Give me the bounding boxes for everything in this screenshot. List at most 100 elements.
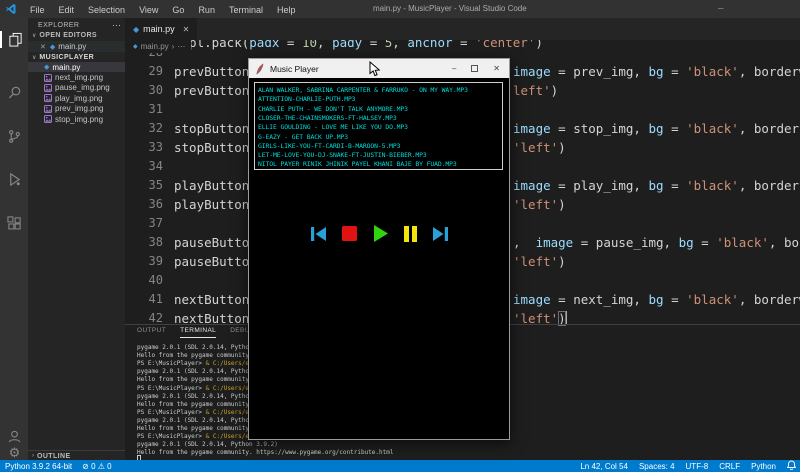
menu-view[interactable]: View xyxy=(132,5,165,15)
minimize-window-button[interactable]: – xyxy=(718,3,724,14)
search-icon[interactable] xyxy=(6,84,23,101)
playlist-item[interactable]: CLOSER-THE-CHAINSMOKERS-FT-HALSEY.MP3 xyxy=(258,114,397,122)
playlist-listbox[interactable]: ALAN WALKER, SABRINA CARPENTER & FARRUKO… xyxy=(254,82,503,170)
image-file-icon xyxy=(44,94,52,102)
interpreter-status[interactable]: Python 3.9.2 64-bit xyxy=(5,462,72,471)
breadcrumb[interactable]: ◆ main.py › ⋯ xyxy=(125,40,191,53)
python-file-icon: ◆ xyxy=(44,63,49,71)
extensions-icon[interactable] xyxy=(6,215,23,232)
mouse-cursor xyxy=(369,61,380,82)
line-number: 37 xyxy=(125,214,163,233)
file-item-play_img.png[interactable]: play_img.png xyxy=(28,93,125,103)
panel-tab-output[interactable]: OUTPUT xyxy=(137,327,166,338)
transport-controls xyxy=(249,225,509,242)
chevron-down-icon: ∨ xyxy=(32,54,36,61)
file-label: play_img.png xyxy=(55,94,103,103)
menu-bar: FileEditSelectionViewGoRunTerminalHelp xyxy=(23,0,302,19)
file-label: main.py xyxy=(52,63,80,72)
music-player-window[interactable]: Music Player – ✕ ALAN WALKER, SABRINA CA… xyxy=(248,58,510,440)
mp-minimize-button[interactable]: – xyxy=(452,65,456,73)
source-control-icon[interactable] xyxy=(6,128,23,145)
menu-selection[interactable]: Selection xyxy=(81,5,132,15)
manage-gear-icon[interactable]: ⚙ xyxy=(6,444,23,461)
tk-feather-icon xyxy=(255,63,265,75)
file-item-stop_img.png[interactable]: stop_img.png xyxy=(28,114,125,124)
open-editors-section[interactable]: ∨ OPEN EDITORS xyxy=(28,30,125,41)
chevron-right-icon: › xyxy=(32,453,34,459)
run-and-debug-icon[interactable] xyxy=(6,171,23,188)
title-bar: FileEditSelectionViewGoRunTerminalHelp m… xyxy=(0,0,800,18)
menu-help[interactable]: Help xyxy=(270,5,303,15)
line-number: 32 xyxy=(125,119,163,138)
pause-button[interactable] xyxy=(404,226,417,242)
encoding-status[interactable]: UTF-8 xyxy=(686,462,709,471)
line-number: 34 xyxy=(125,157,163,176)
menu-edit[interactable]: Edit xyxy=(52,5,82,15)
mp-close-button[interactable]: ✕ xyxy=(493,65,500,73)
status-bar: Python 3.9.2 64-bit ⊘ 0 ⚠ 0 Ln 42, Col 5… xyxy=(0,460,800,472)
line-number: 33 xyxy=(125,138,163,157)
vscode-window: FileEditSelectionViewGoRunTerminalHelp m… xyxy=(0,0,800,472)
language-status[interactable]: Python xyxy=(751,462,776,471)
file-label: pause_img.png xyxy=(55,83,110,92)
breadcrumb-separator: › xyxy=(172,42,175,51)
next-button[interactable] xyxy=(433,226,448,242)
python-file-icon: ◆ xyxy=(133,25,139,34)
line-number: 39 xyxy=(125,252,163,271)
sidebar-header: EXPLORER xyxy=(38,22,79,29)
terminal-line: Hello from the pygame community. https:/… xyxy=(137,449,393,456)
play-button[interactable] xyxy=(373,225,388,242)
eol-status[interactable]: CRLF xyxy=(719,462,740,471)
file-item-prev_img.png[interactable]: prev_img.png xyxy=(28,104,125,114)
close-editor-icon[interactable]: ✕ xyxy=(40,43,46,51)
playlist-item[interactable]: CHARLIE PUTH - WE DON'T TALK ANYMORE.MP3 xyxy=(258,105,408,113)
file-label: prev_img.png xyxy=(55,104,103,113)
line-number: 29 xyxy=(125,62,163,81)
file-item-pause_img.png[interactable]: pause_img.png xyxy=(28,83,125,93)
terminal-line: pygame 2.0.1 (SDL 2.0.14, Python 3.9.2) xyxy=(137,441,278,448)
tab-main-py[interactable]: ◆ main.py ✕ xyxy=(125,18,197,40)
file-item-next_img.png[interactable]: next_img.png xyxy=(28,72,125,82)
file-item-main.py[interactable]: ◆main.py xyxy=(28,62,125,72)
line-number: 42 xyxy=(125,309,163,328)
playlist-item[interactable]: G-EAZY - GET BACK UP.MP3 xyxy=(258,133,348,141)
image-file-icon xyxy=(44,84,52,92)
playlist-item[interactable]: GIRLS-LIKE-YOU-FT-CARDI-B-MAROON-5.MP3 xyxy=(258,142,400,150)
panel-tab-terminal[interactable]: TERMINAL xyxy=(180,327,216,338)
playlist-item[interactable]: ATTENTION-CHARLIE-PUTH.MP3 xyxy=(258,95,355,103)
playlist-item[interactable]: NITOL PAYER RINIK JHINIK PAYEL KHANI BAJ… xyxy=(258,160,457,168)
python-file-icon: ◆ xyxy=(133,43,138,50)
line-number: 38 xyxy=(125,233,163,252)
image-file-icon xyxy=(44,115,52,123)
window-title: main.py - MusicPlayer - Visual Studio Co… xyxy=(373,4,527,13)
line-number: 36 xyxy=(125,195,163,214)
tab-close-icon[interactable]: ✕ xyxy=(183,25,190,34)
playlist-item[interactable]: LET-ME-LOVE-YOU-DJ-SNAKE-FT-JUSTIN-BIEBE… xyxy=(258,151,427,159)
stop-button[interactable] xyxy=(342,226,357,241)
line-number: 41 xyxy=(125,290,163,309)
open-editor-item[interactable]: ✕ ◆ main.py xyxy=(28,41,125,52)
indent-status[interactable]: Spaces: 4 xyxy=(639,462,675,471)
image-file-icon xyxy=(44,74,52,82)
chevron-down-icon: ∨ xyxy=(32,32,36,39)
cursor-position-status[interactable]: Ln 42, Col 54 xyxy=(580,462,628,471)
problems-status[interactable]: ⊘ 0 ⚠ 0 xyxy=(82,462,111,471)
menu-run[interactable]: Run xyxy=(191,5,222,15)
notifications-bell-icon[interactable] xyxy=(787,460,796,472)
menu-file[interactable]: File xyxy=(23,5,52,15)
playlist-item[interactable]: ALAN WALKER, SABRINA CARPENTER & FARRUKO… xyxy=(258,86,468,94)
playlist-item[interactable]: ELLIE GOULDING - LOVE ME LIKE YOU DO.MP3 xyxy=(258,123,408,131)
line-number: 40 xyxy=(125,271,163,290)
account-icon[interactable] xyxy=(6,428,23,445)
line-number: 35 xyxy=(125,176,163,195)
previous-button[interactable] xyxy=(311,226,326,242)
menu-terminal[interactable]: Terminal xyxy=(222,5,270,15)
menu-go[interactable]: Go xyxy=(165,5,191,15)
line-number: 30 xyxy=(125,81,163,100)
file-label: next_img.png xyxy=(55,73,103,82)
editor-cursor xyxy=(566,311,567,325)
explorer-sidebar: EXPLORER ⋯ ∨ OPEN EDITORS ✕ ◆ main.py ∨ … xyxy=(28,18,125,460)
mp-maximize-button[interactable] xyxy=(471,65,478,72)
vscode-logo-icon xyxy=(5,3,17,15)
explorer-icon[interactable] xyxy=(0,31,24,48)
